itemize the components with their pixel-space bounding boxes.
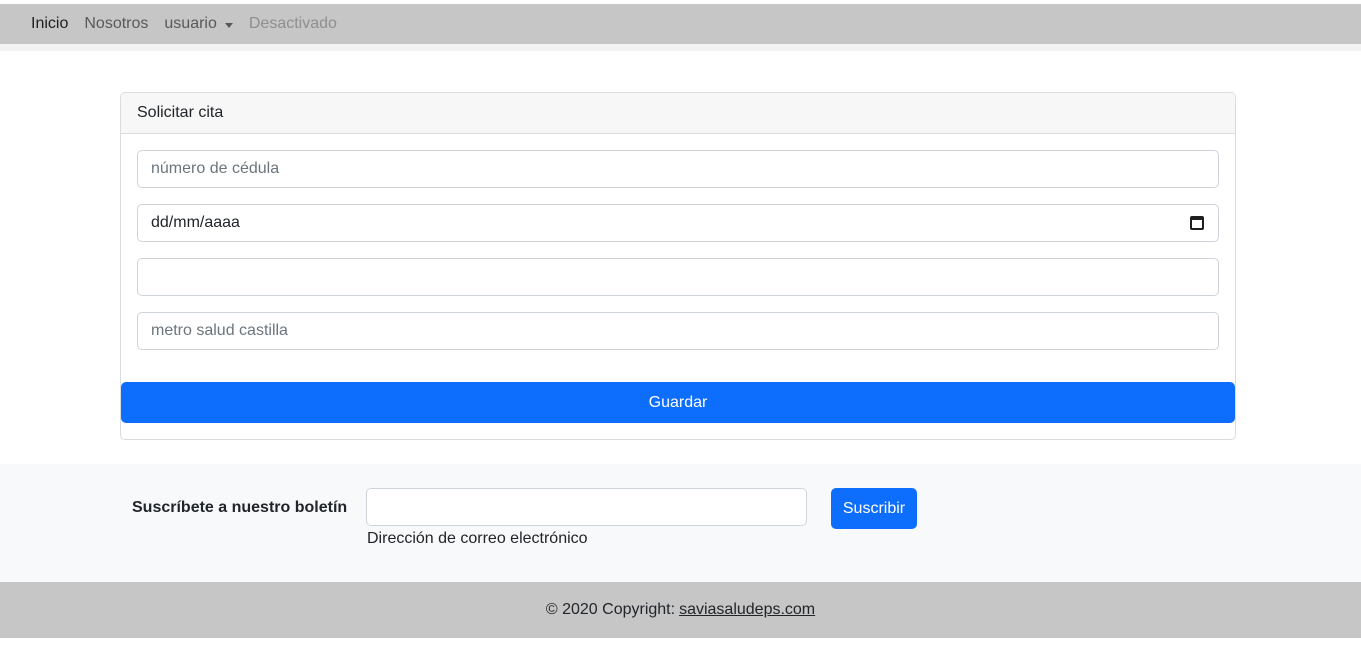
nav-link-nosotros[interactable]: Nosotros	[84, 15, 148, 33]
third-input[interactable]	[137, 258, 1219, 296]
subscribe-button[interactable]: Suscribir	[831, 488, 917, 529]
nav-link-inicio[interactable]: Inicio	[31, 15, 68, 33]
navbar-divider	[0, 44, 1361, 51]
card-title: Solicitar cita	[121, 93, 1235, 134]
date-input[interactable]: dd/mm/aaaa	[137, 204, 1219, 242]
newsletter-label: Suscríbete a nuestro boletín	[132, 499, 348, 516]
nav-dropdown-usuario[interactable]: usuario	[164, 15, 233, 33]
nav-dropdown-label: usuario	[164, 15, 217, 32]
save-button[interactable]: Guardar	[121, 382, 1235, 423]
calendar-icon[interactable]	[1190, 216, 1204, 230]
navbar: Inicio Nosotros usuario Desactivado	[0, 4, 1361, 44]
newsletter-email-input[interactable]	[366, 488, 807, 526]
nav-link-desactivado: Desactivado	[248, 15, 337, 32]
footer-link[interactable]: saviasaludeps.com	[679, 601, 815, 619]
appointment-card: Solicitar cita dd/mm/aaaa Guardar	[120, 92, 1236, 440]
newsletter-section: Suscríbete a nuestro boletín Dirección d…	[0, 464, 1361, 582]
footer-copyright: © 2020 Copyright:	[545, 601, 676, 618]
caret-down-icon	[224, 22, 233, 28]
footer: © 2020 Copyright: saviasaludeps.com	[0, 582, 1361, 638]
cedula-input[interactable]	[137, 150, 1219, 188]
newsletter-help-text: Dirección de correo electrónico	[367, 530, 588, 547]
date-input-value: dd/mm/aaaa	[151, 214, 240, 231]
location-input[interactable]	[137, 312, 1219, 350]
